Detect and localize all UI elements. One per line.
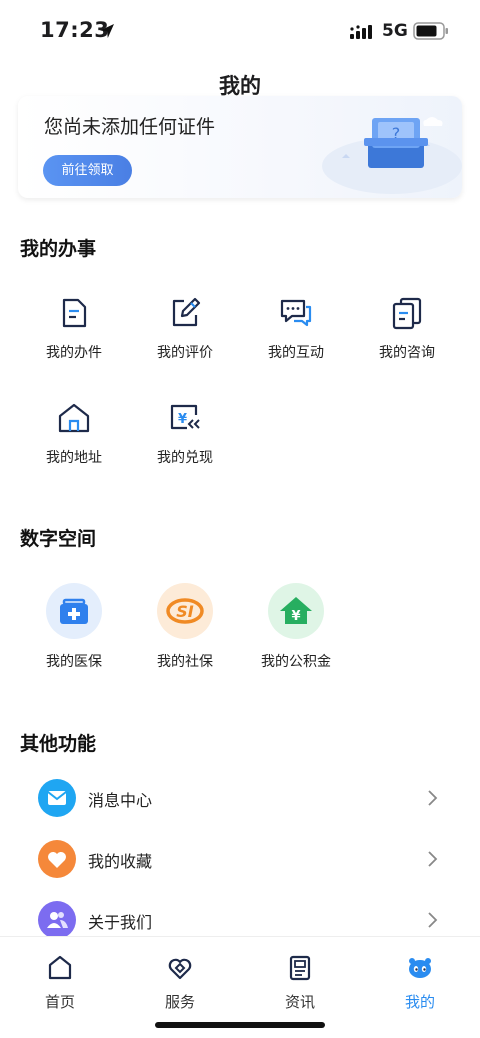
medical-kit-icon (46, 583, 102, 639)
list-item-label: 我的收藏 (88, 852, 153, 871)
chevron-right-icon (428, 851, 438, 867)
affairs-section-title: 我的办事 (20, 238, 97, 260)
house-icon (58, 403, 90, 433)
list-item-favorites[interactable]: 我的收藏 (0, 830, 480, 888)
affairs-item-cases[interactable]: 我的办件 (19, 296, 129, 386)
tab-label: 服务 (164, 993, 195, 1011)
chevron-right-icon (428, 912, 438, 928)
people-icon (38, 901, 76, 939)
list-item-label: 消息中心 (88, 791, 153, 810)
tab-label: 首页 (44, 993, 75, 1011)
home-icon (48, 955, 72, 980)
affairs-item-reviews[interactable]: 我的评价 (130, 296, 240, 386)
profile-screen: { "status_bar": {"time": "17:23", "netwo… (0, 0, 480, 1038)
tab-service[interactable]: 服务 (140, 951, 220, 1011)
affairs-item-redeem[interactable]: ¥ 我的兑现 (130, 401, 240, 491)
document-icon (62, 298, 87, 328)
mascot-icon (409, 958, 431, 978)
digital-item-housing-fund[interactable]: ¥ 我的公积金 (241, 583, 351, 683)
claim-button[interactable]: 前往领取 (43, 155, 132, 186)
affairs-item-address[interactable]: 我的地址 (19, 401, 129, 491)
news-icon (289, 955, 311, 981)
tab-label: 我的 (404, 993, 435, 1011)
tab-home[interactable]: 首页 (20, 951, 100, 1011)
home-indicator[interactable] (155, 1022, 325, 1028)
list-item-message-center[interactable]: 消息中心 (0, 769, 480, 827)
empty-box-illustration: ? (322, 117, 462, 194)
list-item-label: 关于我们 (88, 913, 153, 932)
affairs-item-consult[interactable]: 我的咨询 (352, 296, 462, 386)
affairs-item-label: 我的兑现 (157, 450, 213, 466)
yuan-exchange-icon: ¥ (170, 404, 200, 430)
digital-item-label: 我的社保 (157, 654, 213, 670)
mail-icon (38, 779, 76, 817)
affairs-item-label: 我的互动 (268, 345, 324, 361)
affairs-item-label: 我的办件 (46, 345, 102, 361)
location-arrow-icon (100, 24, 114, 38)
signal-icon (350, 25, 372, 39)
battery-icon (413, 22, 448, 40)
chevron-right-icon (428, 790, 438, 806)
digital-item-label: 我的医保 (46, 654, 102, 670)
other-section-title: 其他功能 (20, 733, 97, 755)
svg-text:¥: ¥ (178, 412, 187, 427)
affairs-item-label: 我的评价 (157, 345, 213, 361)
digital-item-medical-insurance[interactable]: 我的医保 (19, 583, 129, 683)
digital-space-section-title: 数字空间 (20, 528, 97, 550)
digital-item-label: 我的公积金 (261, 654, 331, 670)
svg-text:SI: SI (176, 602, 194, 621)
affairs-item-interaction[interactable]: 我的互动 (241, 296, 351, 386)
tab-label: 资讯 (284, 993, 315, 1011)
chat-icon (280, 299, 312, 327)
edit-icon (172, 297, 201, 327)
id-card-message: 您尚未添加任何证件 (44, 116, 216, 138)
tab-news[interactable]: 资讯 (260, 951, 340, 1011)
heart-icon (38, 840, 76, 878)
svg-text:¥: ¥ (291, 609, 300, 624)
status-bar: 17:23 5G (0, 0, 480, 62)
affairs-item-label: 我的地址 (46, 450, 102, 466)
copy-icon (392, 297, 422, 330)
network-type: 5G (382, 21, 408, 41)
digital-item-social-security[interactable]: SI 我的社保 (130, 583, 240, 683)
id-card-banner: 您尚未添加任何证件 前往领取 ? (18, 96, 462, 198)
housing-fund-icon: ¥ (268, 583, 324, 639)
tab-mine[interactable]: 我的 (380, 951, 460, 1011)
social-security-icon: SI (157, 583, 213, 639)
affairs-item-label: 我的咨询 (379, 345, 435, 361)
service-icon (168, 958, 192, 980)
